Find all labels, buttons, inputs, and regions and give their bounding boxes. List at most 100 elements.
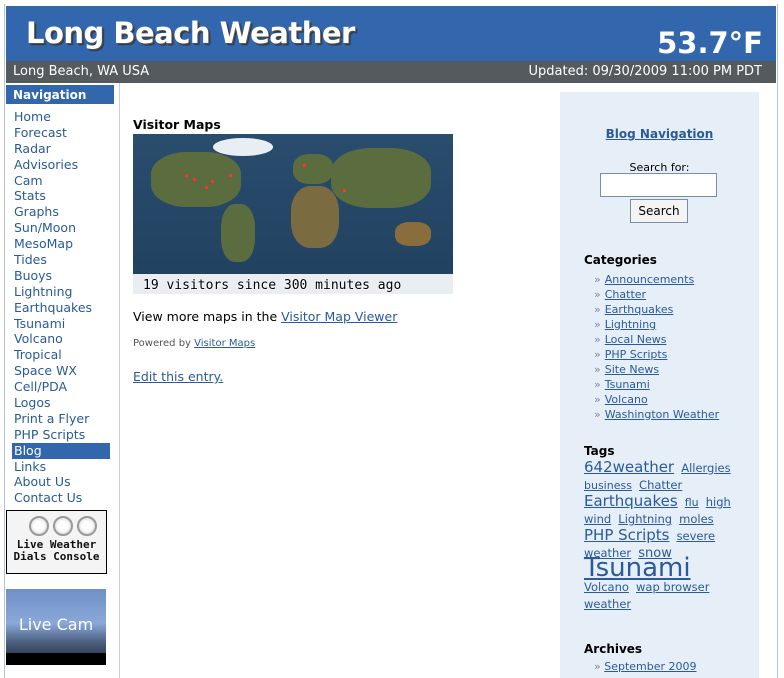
dial-icon <box>53 516 73 536</box>
dial-icon <box>29 516 49 536</box>
updated-timestamp: Updated: 09/30/2009 11:00 PM PDT <box>528 64 762 79</box>
more-maps-line: View more maps in the Visitor Map Viewer <box>133 309 553 324</box>
category-link[interactable]: Earthquakes <box>605 303 674 316</box>
category-item: » Washington Weather <box>594 407 719 422</box>
category-item: » Site News <box>594 362 719 377</box>
sidebar-item-cam[interactable]: Cam <box>6 173 120 189</box>
tag-link[interactable]: Volcano <box>584 580 629 594</box>
visitor-world-map[interactable]: 19 visitors since 300 minutes ago <box>133 134 453 294</box>
category-item: » Earthquakes <box>594 302 719 317</box>
search-input[interactable] <box>600 173 717 197</box>
blog-navigation-link[interactable]: Blog Navigation <box>606 127 714 141</box>
tag-link[interactable]: Allergies <box>681 461 730 475</box>
edit-entry-link[interactable]: Edit this entry. <box>133 369 223 384</box>
bullet-arrow-icon: » <box>594 408 601 421</box>
visitor-maps-link[interactable]: Visitor Maps <box>194 338 255 349</box>
sidebar-item-php-scripts[interactable]: PHP Scripts <box>6 427 120 443</box>
bullet-arrow-icon: » <box>594 363 601 376</box>
tag-link[interactable]: moles <box>679 512 714 526</box>
visitor-maps-heading: Visitor Maps <box>133 117 221 132</box>
dial-icon <box>77 516 97 536</box>
blog-navigation-heading: Blog Navigation <box>560 127 759 141</box>
visitor-map-viewer-link[interactable]: Visitor Map Viewer <box>281 309 397 324</box>
categories-list: » Announcements » Chatter » Earthquakes » Light… <box>594 272 719 422</box>
visitor-marker <box>185 174 188 177</box>
sidebar-item-about-us[interactable]: About Us <box>6 474 120 490</box>
tag-link[interactable]: PHP Scripts <box>584 526 669 544</box>
sidebar-item-home[interactable]: Home <box>6 109 120 125</box>
tag-link[interactable]: Chatter <box>639 478 682 492</box>
bullet-arrow-icon: » <box>594 348 601 361</box>
sidebar-item-mesomap[interactable]: MesoMap <box>6 236 120 252</box>
sidebar-item-stats[interactable]: Stats <box>6 188 120 204</box>
main-content: Visitor Maps 19 visitors since 300 minut… <box>133 112 553 384</box>
nav-menu: Home Forecast Radar Advisories Cam Stats Graph… <box>6 109 120 506</box>
tag-link[interactable]: 642weather <box>584 458 674 476</box>
sidebar-item-tropical[interactable]: Tropical <box>6 347 120 363</box>
sidebar-item-earthquakes[interactable]: Earthquakes <box>6 300 120 316</box>
tag-link[interactable]: Tsunami <box>584 553 691 583</box>
sidebar-item-logos[interactable]: Logos <box>6 395 120 411</box>
right-sidebar: Blog Navigation Search for: Search Categ… <box>560 92 759 678</box>
dials-banner-label: Live Weather Dials Console <box>7 539 106 563</box>
category-link[interactable]: Chatter <box>605 288 646 301</box>
category-item: » Local News <box>594 332 719 347</box>
tags-heading: Tags <box>584 444 615 458</box>
map-land-north-america <box>151 152 241 207</box>
category-link[interactable]: Volcano <box>605 393 648 406</box>
visitor-marker <box>193 178 196 181</box>
tag-link[interactable]: business <box>584 479 632 492</box>
sidebar-item-tsunami[interactable]: Tsunami <box>6 316 120 332</box>
tag-link[interactable]: flu <box>685 496 699 509</box>
category-link[interactable]: PHP Scripts <box>605 348 668 361</box>
tag-link[interactable]: wap browser <box>636 580 709 594</box>
map-caption: 19 visitors since 300 minutes ago <box>143 278 402 293</box>
site-title[interactable]: Long Beach Weather <box>26 16 355 50</box>
map-land-south-america <box>221 204 255 262</box>
category-link[interactable]: Washington Weather <box>605 408 719 421</box>
sidebar-item-forecast[interactable]: Forecast <box>6 125 120 141</box>
search-button[interactable]: Search <box>630 199 688 223</box>
sidebar-item-volcano[interactable]: Volcano <box>6 331 120 347</box>
sidebar-item-graphs[interactable]: Graphs <box>6 204 120 220</box>
category-item: » Lightning <box>594 317 719 332</box>
dials-banner-line: Dials Console <box>13 550 100 563</box>
category-link[interactable]: Site News <box>605 363 659 376</box>
edit-entry-line: Edit this entry. <box>133 369 553 384</box>
category-link[interactable]: Lightning <box>605 318 656 331</box>
visitor-marker <box>303 164 306 167</box>
visitor-marker <box>205 186 208 189</box>
map-land-asia <box>331 148 431 208</box>
sidebar-item-tides[interactable]: Tides <box>6 252 120 268</box>
live-cam-banner[interactable]: Live Cam <box>6 589 106 665</box>
site-header: Long Beach Weather 53.7°F <box>6 6 776 61</box>
sidebar-item-space-wx[interactable]: Space WX <box>6 363 120 379</box>
sidebar-item-links[interactable]: Links <box>6 459 120 475</box>
map-land-africa <box>291 186 339 248</box>
category-link[interactable]: Tsunami <box>605 378 650 391</box>
tag-link[interactable]: Earthquakes <box>584 492 678 510</box>
category-link[interactable]: Announcements <box>605 273 694 286</box>
powered-by-text: Powered by <box>133 338 195 349</box>
left-sidebar: Navigation Home Forecast Radar Advisories Ca… <box>6 83 120 678</box>
category-link[interactable]: Local News <box>605 333 667 346</box>
sidebar-item-contact-us[interactable]: Contact Us <box>6 490 120 506</box>
sidebar-item-buoys[interactable]: Buoys <box>6 268 120 284</box>
map-ice <box>213 138 273 156</box>
visitor-marker <box>229 174 232 177</box>
sidebar-item-print-a-flyer[interactable]: Print a Flyer <box>6 411 120 427</box>
bullet-arrow-icon: » <box>594 333 601 346</box>
sidebar-item-lightning[interactable]: Lightning <box>6 284 120 300</box>
sidebar-item-sun-moon[interactable]: Sun/Moon <box>6 220 120 236</box>
category-item: » Volcano <box>594 392 719 407</box>
sidebar-item-radar[interactable]: Radar <box>6 141 120 157</box>
archive-link[interactable]: September 2009 <box>604 660 696 673</box>
sidebar-item-blog[interactable]: Blog <box>12 442 110 459</box>
sidebar-item-advisories[interactable]: Advisories <box>6 157 120 173</box>
tag-link[interactable]: Lightning <box>618 512 672 526</box>
map-land-australia <box>395 222 431 246</box>
sidebar-item-cell-pda[interactable]: Cell/PDA <box>6 379 120 395</box>
weather-dials-banner[interactable]: Live Weather Dials Console <box>6 510 107 574</box>
info-bar: Long Beach, WA USA Updated: 09/30/2009 1… <box>6 61 776 83</box>
tag-link[interactable]: weather <box>584 597 631 611</box>
